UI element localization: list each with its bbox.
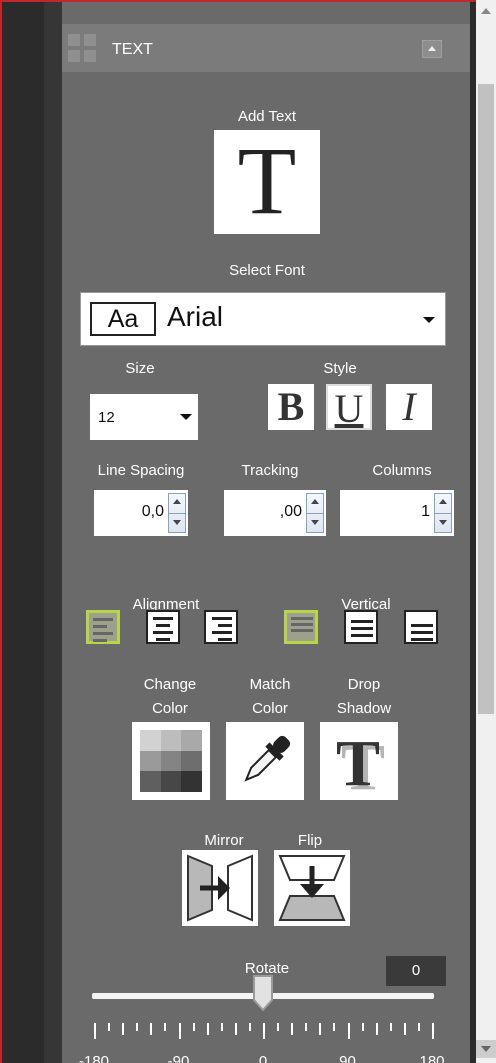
- rotate-tick-label: 180: [419, 1053, 445, 1063]
- match-color-label-2: Color: [252, 700, 288, 717]
- rotate-tick: [417, 1023, 420, 1031]
- rotate-tick-label: 90: [339, 1053, 356, 1063]
- mirror-horizontal-icon: [187, 854, 253, 922]
- bold-button[interactable]: B: [268, 384, 314, 430]
- size-dropdown[interactable]: 12: [90, 394, 198, 440]
- vertical-middle-button[interactable]: [344, 610, 378, 644]
- mirror-button[interactable]: [182, 850, 258, 926]
- drag-grip-icon[interactable]: [68, 34, 98, 64]
- chevron-down-icon: [180, 414, 192, 420]
- rotate-tick-label: -90: [167, 1053, 190, 1063]
- rotate-tick: [432, 1023, 434, 1039]
- selected-font: Arial: [167, 301, 224, 332]
- rotate-tick: [164, 1023, 167, 1031]
- collapse-panel-button[interactable]: [422, 40, 442, 58]
- flip-button[interactable]: [274, 850, 350, 926]
- scrollbar-thumb[interactable]: [478, 84, 494, 714]
- left-dock-strip: [2, 2, 44, 1063]
- rotate-tick: [234, 1023, 237, 1035]
- rotate-tick: [389, 1023, 392, 1031]
- drop-shadow-label-2: Shadow: [336, 700, 392, 717]
- align-left-button[interactable]: [86, 610, 120, 644]
- line-spacing-value: 0,0: [141, 503, 164, 520]
- rotate-value[interactable]: 0: [386, 956, 446, 986]
- rotate-tick: [333, 1023, 336, 1031]
- rotate-tick: [192, 1023, 195, 1031]
- rotate-tick: [403, 1023, 406, 1035]
- rotate-tick: [150, 1023, 153, 1035]
- panel-header[interactable]: TEXT: [62, 24, 470, 72]
- line-spacing-label: Line Spacing: [97, 462, 185, 479]
- underline-button[interactable]: U: [326, 384, 372, 431]
- spinner-arrows-icon[interactable]: [306, 493, 324, 533]
- rotate-tick: [108, 1023, 111, 1031]
- align-right-button[interactable]: [204, 610, 238, 644]
- vertical-top-button[interactable]: [284, 610, 318, 644]
- size-value: 12: [98, 409, 115, 426]
- rotate-tick: [220, 1023, 223, 1031]
- add-text-button[interactable]: T: [214, 127, 320, 234]
- vertical-scrollbar[interactable]: [476, 0, 496, 1063]
- add-text-label: Add Text: [237, 108, 297, 125]
- drop-shadow-label-1: Drop: [347, 676, 381, 693]
- rotate-tick: [206, 1023, 209, 1035]
- align-center-button[interactable]: [146, 610, 180, 644]
- match-color-button[interactable]: [226, 722, 304, 800]
- spinner-arrows-icon[interactable]: [168, 493, 186, 533]
- rotate-tick: [178, 1023, 181, 1039]
- rotate-tick: [305, 1023, 308, 1031]
- rotate-tick: [319, 1023, 322, 1035]
- flip-label: Flip: [297, 832, 323, 849]
- rotate-tick: [248, 1023, 251, 1031]
- rotate-tick: [94, 1023, 96, 1039]
- rotate-tick-label: -180: [78, 1053, 110, 1063]
- flip-vertical-icon: [278, 855, 346, 921]
- rotate-tick: [291, 1023, 294, 1035]
- rotate-tick: [361, 1023, 364, 1031]
- tracking-label: Tracking: [241, 462, 299, 479]
- panel-gutter: [44, 2, 62, 1063]
- rotate-tick: [263, 1023, 265, 1039]
- font-dropdown[interactable]: Aa Arial: [80, 292, 446, 346]
- text-panel: TEXT Add Text T Select Font Aa Arial Siz…: [62, 16, 470, 1063]
- scroll-up-icon[interactable]: [476, 4, 496, 22]
- scroll-down-icon[interactable]: [476, 1040, 496, 1058]
- text-t-icon: T: [237, 127, 297, 234]
- style-label: Style: [323, 360, 357, 377]
- drop-shadow-button[interactable]: T T: [320, 722, 398, 804]
- italic-button[interactable]: I: [386, 384, 432, 430]
- spinner-arrows-icon[interactable]: [434, 493, 452, 533]
- vertical-bottom-button[interactable]: [404, 610, 438, 644]
- panel-top-edge: [62, 2, 470, 16]
- change-color-label-1: Change: [143, 676, 197, 693]
- tracking-value: ,00: [279, 503, 302, 520]
- front-glyph: T: [336, 727, 380, 800]
- change-color-label-2: Color: [152, 700, 188, 717]
- shadow-text-icon: T T: [336, 727, 385, 804]
- change-color-button[interactable]: [132, 722, 210, 800]
- mirror-label: Mirror: [204, 832, 244, 849]
- rotate-tick: [136, 1023, 139, 1031]
- rotate-tick: [347, 1023, 350, 1039]
- rotate-tick-label: 0: [258, 1053, 268, 1063]
- eyedropper-icon: [244, 735, 291, 782]
- chevron-down-icon: [423, 317, 435, 323]
- rotate-tick: [375, 1023, 378, 1035]
- columns-value: 1: [421, 503, 430, 520]
- columns-stepper[interactable]: 1: [340, 490, 454, 536]
- rotate-slider-thumb[interactable]: [252, 974, 274, 1012]
- select-font-label: Select Font: [229, 262, 305, 279]
- size-label: Size: [125, 360, 155, 377]
- rotate-tick: [122, 1023, 125, 1035]
- line-spacing-stepper[interactable]: 0,0: [94, 490, 188, 536]
- match-color-label-1: Match: [249, 676, 291, 693]
- font-preview-icon: Aa: [90, 302, 156, 336]
- rotate-tick: [277, 1023, 280, 1031]
- color-swatch-icon: [140, 730, 202, 792]
- columns-label: Columns: [372, 462, 432, 479]
- tracking-stepper[interactable]: ,00: [224, 490, 326, 536]
- panel-title: TEXT: [112, 41, 153, 58]
